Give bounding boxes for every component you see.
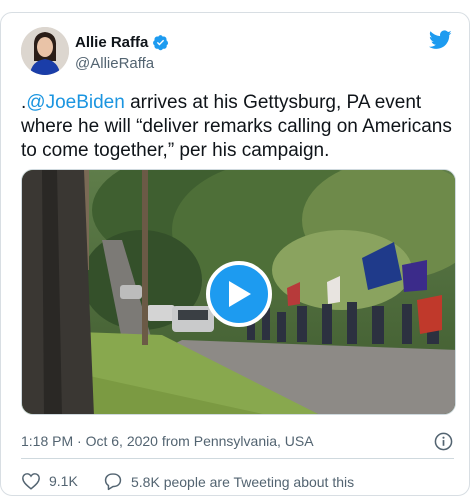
video-player[interactable] xyxy=(21,169,456,415)
verified-badge-icon xyxy=(152,34,169,51)
tweet-embed-card: Allie Raffa @AllieRaffa .@JoeBiden arriv… xyxy=(0,12,470,496)
divider xyxy=(21,458,454,459)
heart-icon xyxy=(22,473,40,490)
twitter-bird-icon[interactable] xyxy=(429,30,452,50)
avatar[interactable] xyxy=(21,27,69,75)
tweeting-about-action[interactable]: 5.8K people are Tweeting about this xyxy=(103,472,354,491)
like-action[interactable]: 9.1K xyxy=(21,472,78,490)
like-count: 9.1K xyxy=(49,473,78,489)
avatar-image xyxy=(21,27,69,75)
author-handle[interactable]: @AllieRaffa xyxy=(75,55,154,72)
tweeting-about-text: 5.8K people are Tweeting about this xyxy=(131,473,355,490)
author-name[interactable]: Allie Raffa xyxy=(75,34,148,51)
play-icon xyxy=(229,281,251,307)
author-name-row[interactable]: Allie Raffa xyxy=(75,34,169,51)
play-button[interactable] xyxy=(206,261,272,327)
comment-icon xyxy=(104,473,122,491)
tweet-timestamp[interactable]: 1:18 PM · Oct 6, 2020 from Pennsylvania,… xyxy=(21,433,314,449)
mention-link[interactable]: @JoeBiden xyxy=(26,92,125,113)
info-icon[interactable] xyxy=(434,432,453,451)
tweet-text: .@JoeBiden arrives at his Gettysburg, PA… xyxy=(21,91,461,163)
